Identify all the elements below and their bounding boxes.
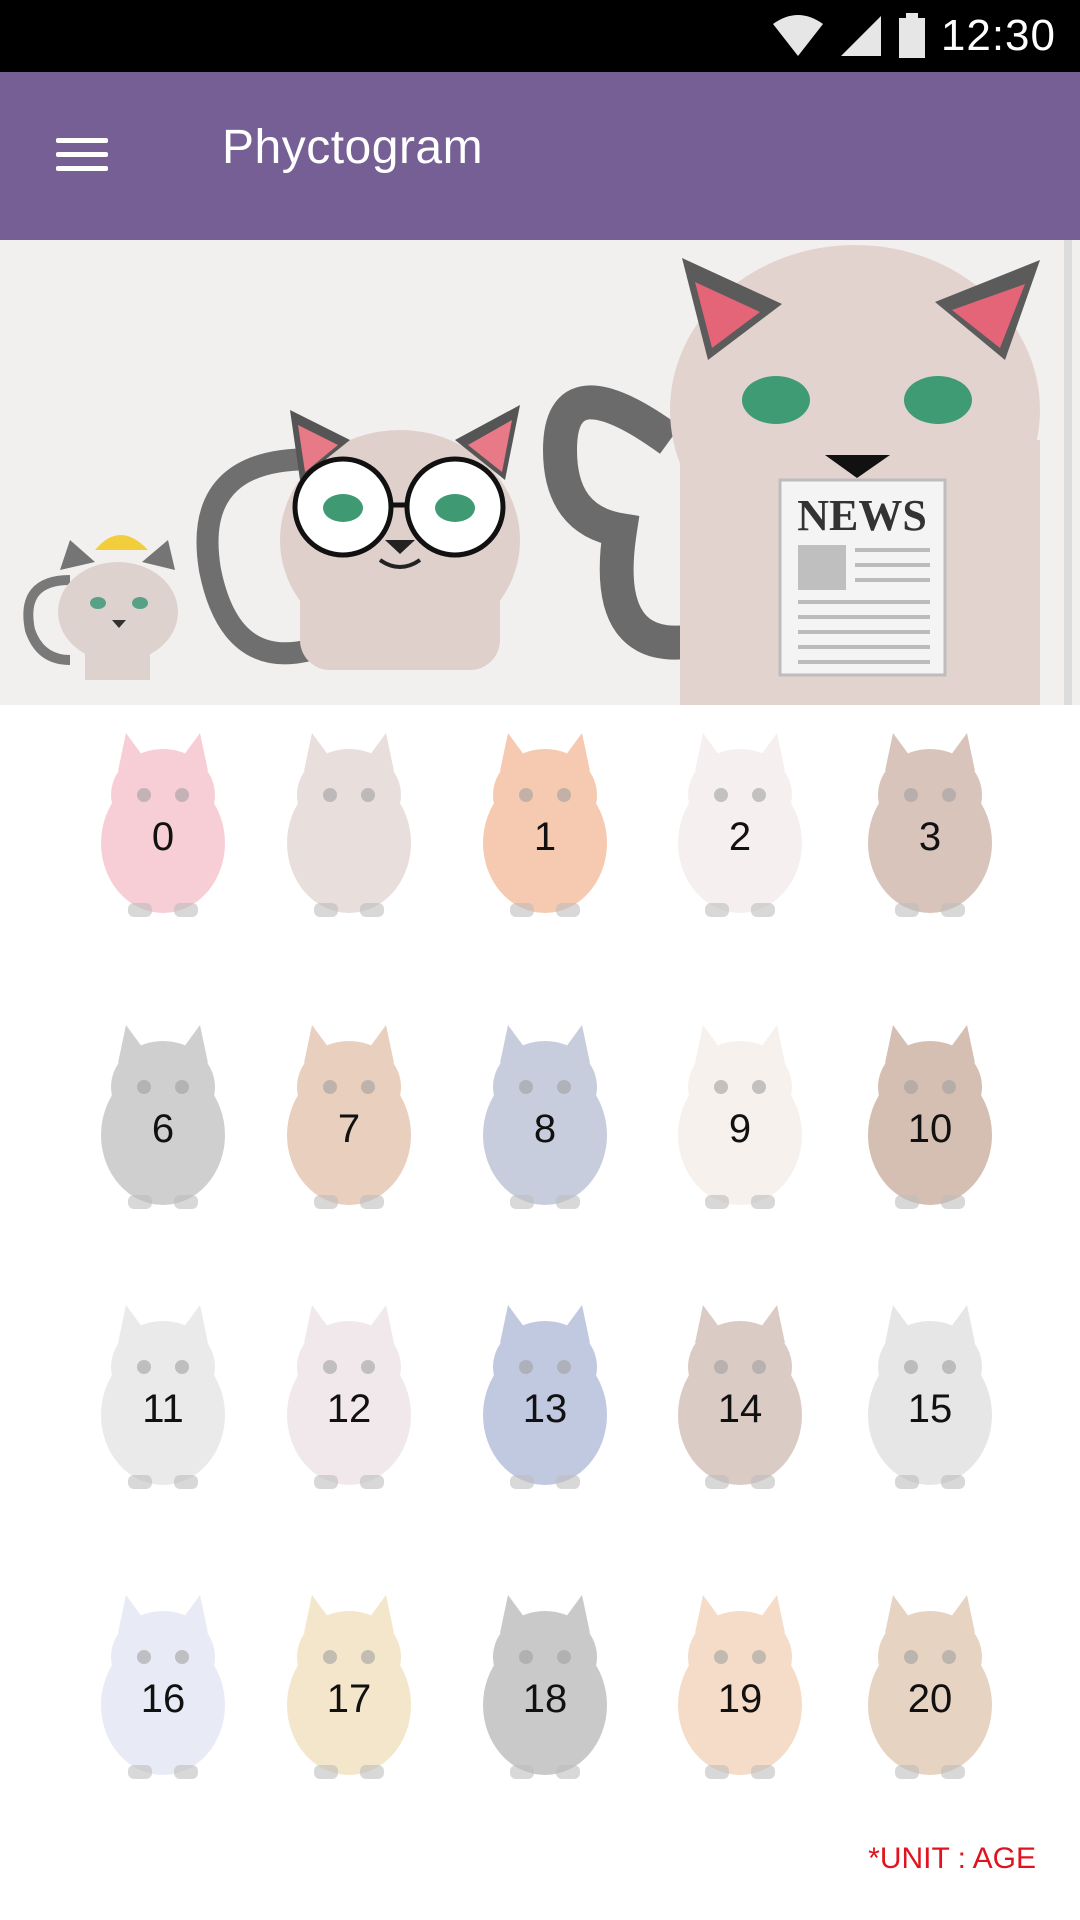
age-label: 12 <box>326 1387 372 1431</box>
age-label: 18 <box>522 1677 568 1721</box>
age-cell-fox[interactable]: 1 <box>460 723 630 923</box>
age-label: 8 <box>533 1107 557 1151</box>
unit-note: *UNIT : AGE <box>868 1842 1036 1875</box>
age-cell-elephant[interactable]: 16 <box>78 1585 248 1785</box>
age-cell-cow[interactable]: 12 <box>264 1295 434 1495</box>
age-label: 7 <box>337 1107 361 1151</box>
age-label: 16 <box>140 1677 186 1721</box>
age-label: 3 <box>918 815 942 859</box>
age-cell-penguin[interactable]: 8 <box>460 1015 630 1215</box>
age-label: 10 <box>907 1107 953 1151</box>
hamburger-menu-icon[interactable] <box>52 130 112 180</box>
age-label: 14 <box>717 1387 763 1431</box>
age-cell-panther[interactable]: 18 <box>460 1585 630 1785</box>
age-cell-lion[interactable]: 20 <box>845 1585 1015 1785</box>
status-bar: 12:30 <box>0 0 1080 72</box>
age-cell-rabbit[interactable]: 2 <box>655 723 825 923</box>
age-cell-leopard[interactable]: 17 <box>264 1585 434 1785</box>
age-cell-donkey[interactable]: 13 <box>460 1295 630 1495</box>
age-label: 9 <box>728 1107 752 1151</box>
app-bar: Phyctogram <box>0 72 1080 240</box>
age-cell-monkey[interactable]: 10 <box>845 1015 1015 1215</box>
age-label: 20 <box>907 1677 953 1721</box>
age-cell-sheep[interactable]: 9 <box>655 1015 825 1215</box>
status-icons: 12:30 <box>771 0 1056 72</box>
age-label: 2 <box>728 815 752 859</box>
wifi-icon <box>772 15 823 56</box>
age-label: 15 <box>907 1387 953 1431</box>
banner-scroll-edge <box>1064 240 1072 705</box>
age-cell-dog[interactable]: 3 <box>845 723 1015 923</box>
age-cell-tiger[interactable]: 19 <box>655 1585 825 1785</box>
age-label: 11 <box>142 1387 184 1431</box>
app-title: Phyctogram <box>222 121 484 174</box>
signal-icon <box>840 16 881 56</box>
age-label: 17 <box>326 1677 372 1721</box>
age-cell-owl[interactable]: 6 <box>78 1015 248 1215</box>
age-label: 6 <box>151 1107 175 1151</box>
age-cell-zebra[interactable]: 11 <box>78 1295 248 1495</box>
age-cell-pig[interactable]: 0 <box>78 723 248 923</box>
cat-icon <box>287 733 411 917</box>
cat-family-banner: NEWS <box>0 240 1080 705</box>
newspaper-headline: NEWS <box>797 491 927 540</box>
status-time: 12:30 <box>940 11 1056 60</box>
cat-reading-news: NEWS <box>542 245 1040 705</box>
age-label: 1 <box>533 815 557 859</box>
small-cat-hardhat <box>23 535 178 680</box>
cat-with-glasses <box>196 405 520 670</box>
age-cell-panda[interactable]: 15 <box>845 1295 1015 1495</box>
cat-family-illustration: NEWS <box>23 245 1040 705</box>
age-label: 0 <box>151 815 175 859</box>
age-label: 13 <box>522 1387 568 1431</box>
age-cell-deer[interactable]: 14 <box>655 1295 825 1495</box>
battery-icon <box>898 13 925 58</box>
age-cell-cat[interactable] <box>264 723 434 923</box>
age-cell-chicken[interactable]: 7 <box>264 1015 434 1215</box>
age-label: 19 <box>717 1677 763 1721</box>
